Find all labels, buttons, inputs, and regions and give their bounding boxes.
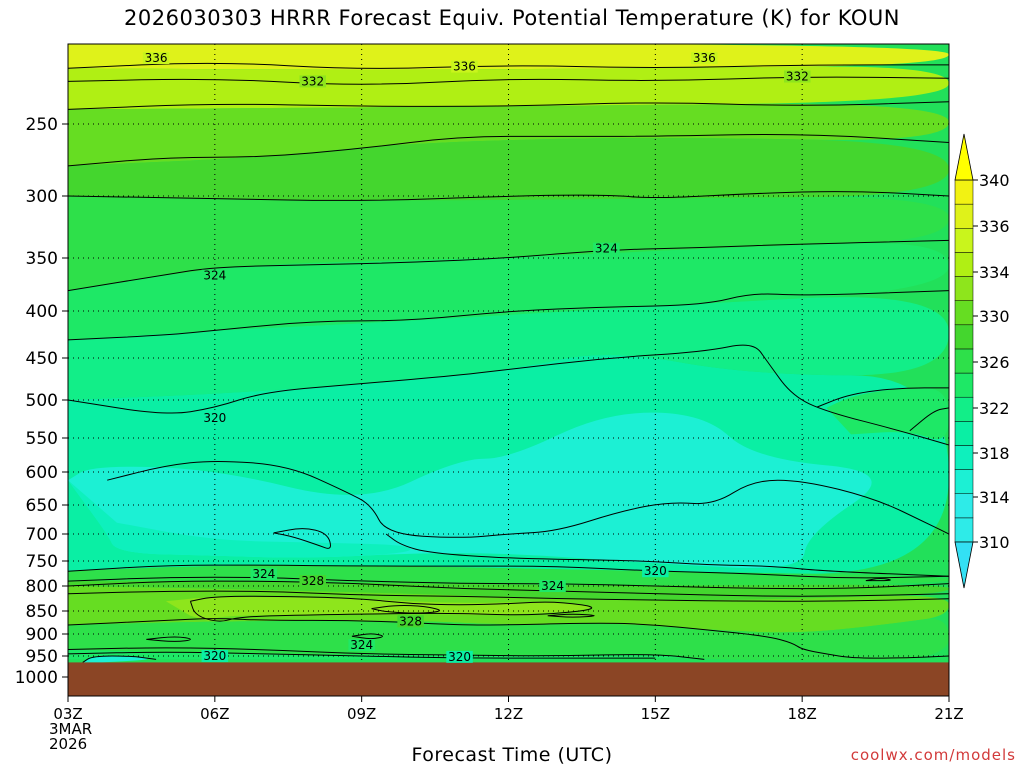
y-tick-label: 450 (26, 349, 58, 369)
x-tick-label: 12Z (494, 705, 523, 723)
y-tick-label: 550 (26, 429, 58, 449)
y-tick-label: 250 (26, 115, 58, 135)
x-tick-label: 09Z (347, 705, 376, 723)
x-tick-label: 15Z (641, 705, 670, 723)
contour-label-11: 324 (539, 579, 566, 593)
contour-label-text: 324 (252, 567, 275, 581)
y-tick-label: 1000 (15, 668, 58, 688)
y-tick-label: 800 (26, 577, 58, 597)
x-tick-label: 06Z (200, 705, 229, 723)
colorbar-band-322 (954, 372, 974, 398)
colorbar-band-316 (954, 445, 974, 470)
y-tick-label: 850 (26, 602, 58, 622)
contour-label-8: 320 (642, 564, 669, 578)
colorbar-label: 310 (979, 533, 1010, 552)
contour-label-text: 324 (350, 638, 373, 652)
contour-label-7: 320 (201, 411, 229, 425)
colorbar-band-326 (954, 324, 974, 350)
y-tick-label: 300 (26, 187, 58, 207)
contour-label-9: 324 (250, 567, 278, 581)
colorbar-band-332 (954, 252, 974, 277)
contour-label-text: 336 (693, 51, 716, 65)
contour-label-text: 336 (453, 60, 476, 74)
colorbar-arrow-bottom (954, 541, 974, 589)
y-axis: 250 300 350 400 450 500 550 600 650 700 750 800 850 9… (15, 115, 68, 688)
credit-link[interactable]: coolwx.com/models (851, 746, 1016, 764)
contour-label-text: 320 (644, 564, 667, 578)
contour-label-15: 320 (446, 650, 473, 664)
colorbar-label: 330 (979, 307, 1010, 326)
y-tick-label: 750 (26, 552, 58, 572)
y-tick-label: 600 (26, 463, 58, 483)
contour-label-text: 324 (203, 269, 226, 283)
contour-label-12: 328 (397, 614, 424, 628)
chart-title: 2026030303 HRRR Forecast Equiv. Potentia… (124, 6, 900, 30)
colorbar-label: 322 (979, 399, 1010, 418)
contour-label-2: 336 (691, 51, 718, 65)
contour-label-0: 336 (142, 51, 170, 65)
x-axis: 03Z 06Z 09Z 12Z 15Z 18Z 21Z (53, 696, 964, 723)
contour-label-6: 324 (593, 242, 620, 256)
contour-label-text: 320 (203, 649, 226, 663)
x-tick-label: 21Z (934, 705, 963, 723)
contour-label-text: 324 (541, 579, 564, 593)
contour-label-text: 320 (203, 411, 226, 425)
colorbar-label: 314 (979, 488, 1010, 507)
colorbar-band-336 (954, 203, 974, 229)
contour-label-text: 332 (786, 70, 809, 84)
colorbar-band-324 (954, 348, 974, 374)
y-tick-label: 500 (26, 391, 58, 411)
colorbar-label: 334 (979, 263, 1010, 282)
colorbar-label: 336 (979, 217, 1010, 236)
colorbar-band-320 (954, 396, 974, 422)
x-tick-label: 18Z (787, 705, 816, 723)
contour-label-text: 320 (448, 650, 471, 664)
colorbar-band-334 (954, 228, 974, 253)
colorbar-label: 326 (979, 353, 1010, 372)
colorbar-label: 318 (979, 444, 1010, 463)
y-tick-label: 650 (26, 496, 58, 516)
contour-label-14: 320 (201, 649, 229, 663)
y-tick-label: 950 (26, 647, 58, 667)
contour-label-text: 328 (301, 574, 324, 588)
colorbar-band-338 (954, 179, 974, 205)
colorbar-band-318 (954, 421, 974, 446)
colorbar-band-330 (954, 276, 974, 301)
contour-label-5: 324 (201, 269, 229, 283)
contour-label-3: 332 (299, 74, 326, 88)
colorbar-arrow-top (954, 133, 974, 181)
contour-label-1: 336 (451, 60, 478, 74)
cross-section-chart: 336 336 336 332 332 324 324 320 320 324 328 324 328 3… (15, 43, 1010, 723)
contour-label-text: 336 (145, 51, 168, 65)
contour-label-4: 332 (784, 70, 811, 84)
y-tick-label: 400 (26, 302, 58, 322)
contour-label-text: 332 (301, 74, 324, 88)
contour-label-text: 324 (595, 242, 618, 256)
colorbar-label: 340 (979, 171, 1010, 190)
ground-surface (68, 662, 949, 696)
contour-label-10: 328 (299, 574, 326, 588)
y-tick-label: 350 (26, 249, 58, 269)
colorbar-band-310 (954, 517, 974, 543)
colorbar: 340 336 334 330 326 322 318 314 310 (954, 133, 1010, 589)
y-tick-label: 700 (26, 525, 58, 545)
colorbar-band-314 (954, 469, 974, 494)
y-tick-label: 900 (26, 625, 58, 645)
colorbar-band-312 (954, 493, 974, 519)
contour-label-13: 324 (348, 638, 375, 652)
contour-label-text: 328 (399, 614, 422, 628)
colorbar-band-328 (954, 300, 974, 326)
